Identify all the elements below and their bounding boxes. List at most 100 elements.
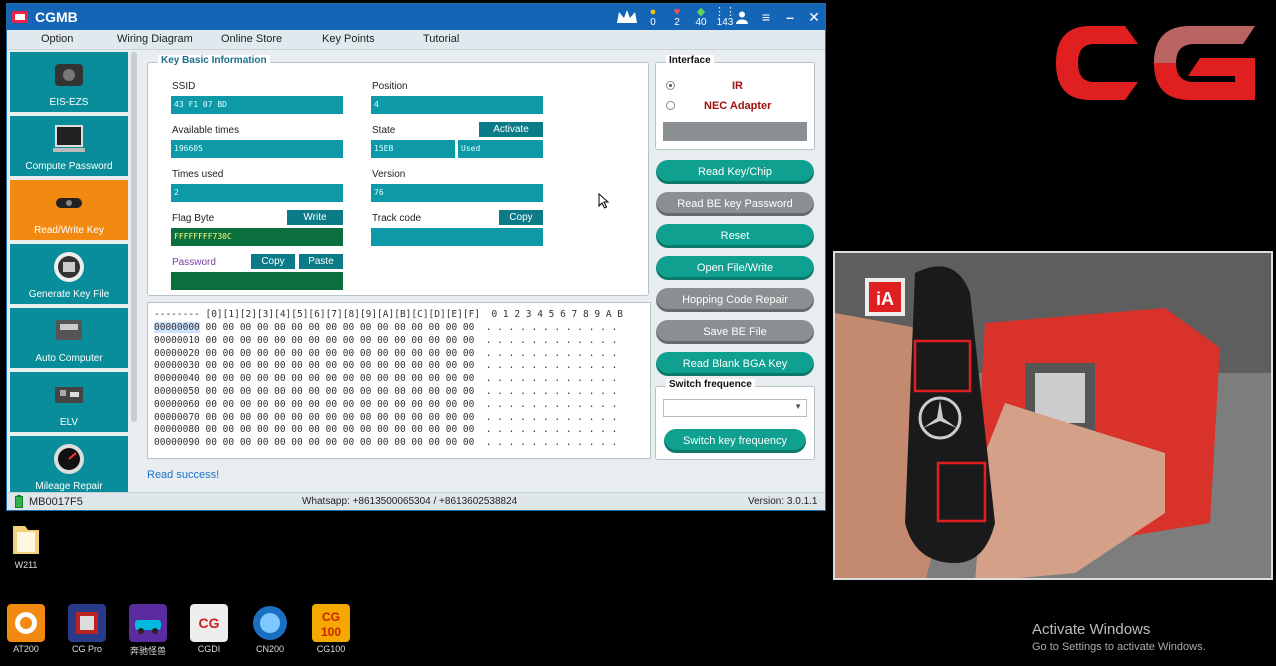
sidebar-item-read-write-key[interactable]: Read/Write Key — [10, 180, 128, 242]
sidebar-scrollbar[interactable] — [131, 52, 137, 422]
hex-address[interactable]: 00000090 — [154, 437, 200, 448]
hex-bytes[interactable]: 00 00 00 00 00 00 00 00 00 00 00 00 00 0… — [206, 322, 475, 333]
hex-address[interactable]: 00000030 — [154, 360, 200, 371]
hex-ascii: . . . . . . . . . . . . — [485, 347, 618, 359]
desktop-app-cg-pro[interactable]: CG Pro — [62, 604, 112, 654]
svg-text:CG: CG — [199, 615, 220, 631]
copy-track-button[interactable]: Copy — [499, 210, 543, 225]
read-blank-bga-key-button[interactable]: Read Blank BGA Key — [656, 352, 814, 376]
hex-row: 00000070 00 00 00 00 00 00 00 00 00 00 0… — [154, 412, 617, 424]
copy-password-button[interactable]: Copy — [251, 254, 295, 269]
window-title: CGMB — [35, 9, 78, 25]
cgmb-window: CGMB ● 0 ♥ 2 ◆ 40 ⋮⋮ 143 ≡ – ✕ Option Wi… — [6, 3, 826, 511]
ssid-field[interactable]: 43 F1 07 BD — [171, 96, 343, 114]
read-be-key-password-button[interactable]: Read BE key Password — [656, 192, 814, 216]
hex-row: 00000030 00 00 00 00 00 00 00 00 00 00 0… — [154, 360, 617, 372]
cgdi-icon: CG — [190, 604, 228, 642]
hex-address[interactable]: 00000000 — [154, 322, 200, 333]
mouse-cursor-icon — [598, 193, 610, 209]
state-field-b[interactable]: Used — [458, 140, 543, 158]
interface-panel: Interface IR NEC Adapter — [655, 55, 815, 150]
hex-address[interactable]: 00000080 — [154, 424, 200, 435]
frequency-select[interactable]: ▼ — [663, 399, 807, 417]
flag-byte-field[interactable]: FFFFFFFF730C — [171, 228, 343, 246]
activate-windows-watermark: Activate Windows Go to Settings to activ… — [1032, 621, 1206, 653]
reset-button[interactable]: Reset — [656, 224, 814, 248]
hex-row: 00000050 00 00 00 00 00 00 00 00 00 00 0… — [154, 386, 617, 398]
sidebar-item-generate-key-file[interactable]: Generate Key File — [10, 244, 128, 306]
hex-bytes[interactable]: 00 00 00 00 00 00 00 00 00 00 00 00 00 0… — [206, 399, 475, 410]
hex-address[interactable]: 00000050 — [154, 386, 200, 397]
hex-ascii: . . . . . . . . . . . . — [485, 334, 618, 346]
minimize-icon[interactable]: – — [781, 8, 799, 26]
user-icon[interactable] — [733, 8, 751, 26]
open-file-write-button[interactable]: Open File/Write — [656, 256, 814, 280]
hex-bytes[interactable]: 00 00 00 00 00 00 00 00 00 00 00 00 00 0… — [206, 360, 475, 371]
hopping-code-repair-button[interactable]: Hopping Code Repair — [656, 288, 814, 312]
sidebar-item-elv[interactable]: ELV — [10, 372, 128, 434]
position-field[interactable]: 4 — [371, 96, 543, 114]
at200-icon — [7, 604, 45, 642]
hex-viewer[interactable]: -------- [0][1][2][3][4][5][6][7][8][9][… — [147, 302, 651, 459]
switch-frequence-panel: Switch frequence ▼ Switch key frequency — [655, 379, 815, 460]
hex-address[interactable]: 00000040 — [154, 373, 200, 384]
desktop-app-cgdi[interactable]: CG CGDI — [184, 604, 234, 654]
desktop-app-cg100[interactable]: CG 100 CG100 — [306, 604, 356, 654]
menu-online-store[interactable]: Online Store — [221, 33, 282, 45]
paste-password-button[interactable]: Paste — [299, 254, 343, 269]
menu-option[interactable]: Option — [41, 33, 73, 45]
hex-address[interactable]: 00000060 — [154, 399, 200, 410]
save-be-file-button[interactable]: Save BE File — [656, 320, 814, 344]
hex-bytes[interactable]: 00 00 00 00 00 00 00 00 00 00 00 00 00 0… — [206, 437, 475, 448]
hex-bytes[interactable]: 00 00 00 00 00 00 00 00 00 00 00 00 00 0… — [206, 348, 475, 359]
hex-ascii: . . . . . . . . . . . . — [485, 424, 618, 436]
radio-nec-adapter[interactable] — [666, 101, 675, 110]
hex-address[interactable]: 00000020 — [154, 348, 200, 359]
desktop-app-at200[interactable]: AT200 — [1, 604, 51, 654]
switch-key-frequency-button[interactable]: Switch key frequency — [664, 429, 806, 453]
hex-bytes[interactable]: 00 00 00 00 00 00 00 00 00 00 00 00 00 0… — [206, 412, 475, 423]
hex-address[interactable]: 00000010 — [154, 335, 200, 346]
hex-bytes[interactable]: 00 00 00 00 00 00 00 00 00 00 00 00 00 0… — [206, 386, 475, 397]
radio-ir[interactable] — [666, 81, 675, 90]
hex-ascii: . . . . . . . . . . . . — [485, 373, 618, 385]
folder-icon — [13, 526, 39, 554]
state-field-a[interactable]: 15EB — [371, 140, 455, 158]
hex-bytes[interactable]: 00 00 00 00 00 00 00 00 00 00 00 00 00 0… — [206, 424, 475, 435]
read-key-chip-button[interactable]: Read Key/Chip — [656, 160, 814, 184]
hex-bytes[interactable]: 00 00 00 00 00 00 00 00 00 00 00 00 00 0… — [206, 335, 475, 346]
version-field[interactable]: 76 — [371, 184, 543, 202]
sidebar-item-mileage-repair[interactable]: Mileage Repair — [10, 436, 128, 492]
activate-button[interactable]: Activate — [479, 122, 543, 137]
desktop-folder-w211[interactable]: W211 — [1, 520, 51, 570]
available-times-label: Available times — [172, 125, 240, 136]
password-field[interactable] — [171, 272, 343, 290]
laptop-icon — [53, 125, 85, 152]
times-used-label: Times used — [172, 169, 224, 180]
desktop-app-cn200[interactable]: CN200 — [245, 604, 295, 654]
menu-icon[interactable]: ≡ — [757, 8, 775, 26]
cg-pro-icon — [68, 604, 106, 642]
hex-bytes[interactable]: 00 00 00 00 00 00 00 00 00 00 00 00 00 0… — [206, 373, 475, 384]
sidebar-item-auto-computer[interactable]: Auto Computer — [10, 308, 128, 370]
available-times-field[interactable]: 196605 — [171, 140, 343, 158]
write-button[interactable]: Write — [287, 210, 343, 225]
track-code-field[interactable] — [371, 228, 543, 246]
times-used-field[interactable]: 2 — [171, 184, 343, 202]
sidebar-item-compute-password[interactable]: Compute Password — [10, 116, 128, 178]
sidebar-item-eis-ezs[interactable]: EIS-EZS — [10, 52, 128, 114]
menu-tutorial[interactable]: Tutorial — [423, 33, 459, 45]
gauge-icon — [54, 444, 84, 474]
coin-stat: ● 0 — [642, 6, 664, 28]
cg-brand-logo — [1056, 26, 1255, 100]
close-icon[interactable]: ✕ — [805, 8, 823, 26]
title-bar[interactable]: CGMB ● 0 ♥ 2 ◆ 40 ⋮⋮ 143 ≡ – ✕ — [7, 4, 825, 30]
ia-badge: iA — [876, 289, 894, 309]
video-overlay: iA — [833, 251, 1273, 580]
hex-address[interactable]: 00000070 — [154, 412, 200, 423]
desktop-app-benz-monster[interactable]: 奔驰怪兽 — [123, 604, 173, 657]
menu-key-points[interactable]: Key Points — [322, 33, 375, 45]
menu-wiring-diagram[interactable]: Wiring Diagram — [117, 33, 193, 45]
car-key-icon — [56, 198, 82, 208]
radio-ir-label: IR — [732, 80, 743, 92]
